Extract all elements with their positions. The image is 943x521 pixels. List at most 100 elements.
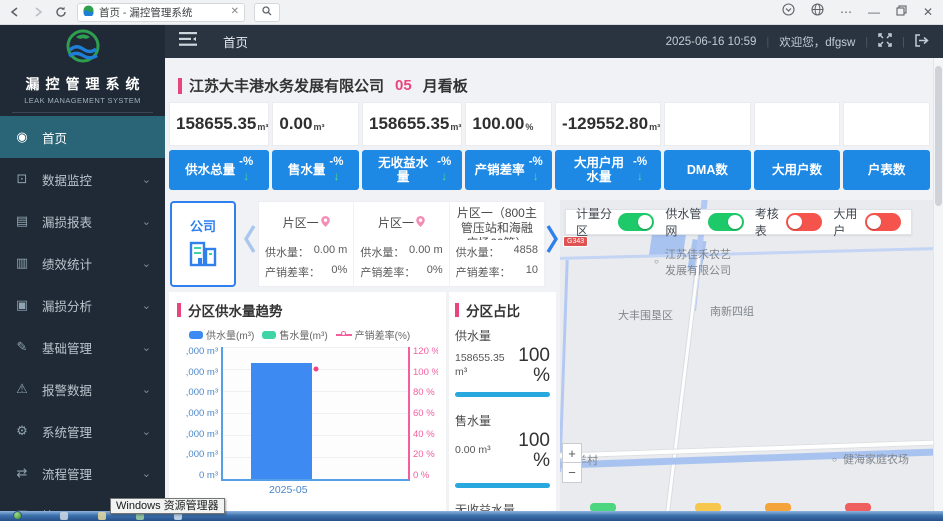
search-icon — [262, 3, 272, 21]
app-logo — [0, 25, 165, 73]
location-pin-icon — [321, 216, 330, 231]
down-arrow-icon: ↓ — [441, 170, 447, 184]
page-scrollbar[interactable] — [933, 58, 943, 521]
district-card[interactable]: 片区一 供水量：0.00 m 产销差率：0% — [354, 202, 449, 286]
back-icon[interactable] — [8, 5, 22, 19]
start-button[interactable] — [13, 511, 22, 520]
map-label-area: 南新四组 — [710, 303, 754, 319]
browser-tab[interactable]: 首页 - 漏控管理系统 ✕ — [77, 3, 245, 22]
fullscreen-icon[interactable] — [878, 33, 892, 50]
sidebar-item-leak-analysis[interactable]: ▣ 漏损分析 ⌄ — [0, 284, 165, 326]
map-road — [663, 256, 701, 521]
globe-icon[interactable] — [811, 3, 824, 21]
gear-icon: ⚙ — [14, 423, 30, 439]
kpi-value — [754, 102, 841, 146]
chevron-down-icon: ⌄ — [142, 383, 151, 396]
kpi-value: 158655.35m³ — [362, 102, 462, 146]
sidebar: 漏控管理系统 LEAK MANAGEMENT SYSTEM ◉ 首页 ⊡ 数据监… — [0, 25, 165, 521]
kpi-button-sales[interactable]: 售水量 -%↓ — [272, 150, 359, 190]
kpi-meter-count: 户表数 — [843, 102, 930, 190]
chevron-down-icon: ⌄ — [142, 299, 151, 312]
district-card[interactable]: 片区一 供水量：0.00 m 产销差率：0% — [259, 202, 354, 286]
kpi-grid: 158655.35m³ 供水总量 -%↓ 0.00m³ 售水量 -%↓ 1586… — [169, 102, 930, 190]
chevron-down-icon: ⌄ — [142, 467, 151, 480]
more-menu-icon[interactable]: ⋯ — [840, 6, 852, 18]
sidebar-item-performance[interactable]: ▥ 绩效统计 ⌄ — [0, 242, 165, 284]
map-canvas[interactable]: G343 ○ 江苏佳禾农艺 发展有限公司 大丰围垦区 南新四组 羊村 ○ 健海家… — [560, 200, 933, 521]
collapse-menu-icon[interactable] — [179, 32, 197, 51]
trend-plot: ,000 m³,000 m³,000 m³,000 m³,000 m³,000 … — [177, 347, 438, 481]
trend-bar-supply[interactable] — [251, 363, 312, 479]
edit-icon: ✎ — [14, 339, 30, 355]
toggle-assessment-meter: 考核表 — [755, 205, 823, 239]
header-datetime: 2025-06-16 10:59 — [666, 36, 757, 48]
toggle-switch[interactable] — [786, 213, 822, 231]
bar-chart-icon: ▥ — [14, 255, 30, 271]
ratio-item-sales: 售水量 0.00 m³100 % — [455, 412, 550, 488]
chevron-down-icon: ⌄ — [142, 257, 151, 270]
district-card[interactable]: 片区一（800主管压站和海融广场60管） 供水量：4858 产销差率：10 — [450, 202, 545, 286]
kpi-button-big-user-count[interactable]: 大用户数 — [754, 150, 841, 190]
sidebar-item-basic-mgmt[interactable]: ✎ 基础管理 ⌄ — [0, 326, 165, 368]
minimize-icon[interactable]: — — [868, 6, 880, 18]
legend-sales[interactable]: 售水量(m³) — [262, 327, 327, 342]
forward-icon[interactable] — [31, 5, 45, 19]
taskbar-item[interactable] — [98, 512, 106, 520]
chevron-down-icon: ⌄ — [142, 173, 151, 186]
carousel-prev-icon[interactable] — [243, 223, 257, 260]
company-card[interactable]: 公司 — [170, 201, 236, 287]
kpi-button-dma-count[interactable]: DMA数 — [664, 150, 751, 190]
ratio-item-supply: 供水量 158655.35 m³100 % — [455, 327, 550, 397]
screen: 首页 - 漏控管理系统 ✕ ⋯ — ✕ 首页 — [0, 0, 943, 521]
sidebar-divider — [12, 112, 153, 113]
x-axis-label: 2025-05 — [177, 484, 438, 496]
building-icon — [188, 238, 218, 273]
plot-area[interactable] — [221, 347, 410, 481]
carousel-next-icon[interactable] — [545, 223, 559, 260]
tab-close-icon[interactable]: ✕ — [231, 7, 239, 17]
zoom-in-button[interactable]: + — [562, 443, 582, 463]
restore-icon[interactable] — [896, 3, 907, 21]
kpi-value — [843, 102, 930, 146]
search-button[interactable] — [254, 3, 280, 22]
ratio-title: 分区占比 — [455, 300, 550, 320]
kpi-button-psd-rate[interactable]: 产销差率 -%↓ — [465, 150, 552, 190]
sidebar-item-system-mgmt[interactable]: ⚙ 系统管理 ⌄ — [0, 410, 165, 452]
logout-icon[interactable] — [915, 34, 929, 50]
legend-supply[interactable]: 供水量(m³) — [189, 327, 254, 342]
map-marker: ○ — [832, 455, 837, 464]
breadcrumb[interactable]: 首页 — [223, 32, 248, 51]
sidebar-item-leak-report[interactable]: ▤ 漏损报表 ⌄ — [0, 200, 165, 242]
close-window-icon[interactable]: ✕ — [923, 6, 933, 18]
page-info-icon[interactable] — [782, 3, 795, 21]
refresh-icon[interactable] — [54, 5, 68, 19]
sidebar-item-data-monitor[interactable]: ⊡ 数据监控 ⌄ — [0, 158, 165, 200]
toggle-switch[interactable] — [708, 213, 744, 231]
alarm-bug-icon: ⚠ — [14, 381, 30, 397]
sidebar-item-process-mgmt[interactable]: ⇄ 流程管理 ⌄ — [0, 452, 165, 494]
legend-psd[interactable]: 产销差率(%) — [336, 327, 411, 342]
taskbar-item[interactable] — [60, 512, 68, 520]
toggle-metering-zone: 计量分区 — [576, 205, 654, 239]
sidebar-item-alarm-data[interactable]: ⚠ 报警数据 ⌄ — [0, 368, 165, 410]
flow-icon: ⇄ — [14, 465, 30, 481]
toggle-switch[interactable] — [618, 213, 654, 231]
kpi-button-nonrevenue[interactable]: 无收益水量 -%↓ — [362, 150, 462, 190]
title-accent-bar — [178, 78, 182, 94]
kpi-button-big-user[interactable]: 大用户用水量 -%↓ — [555, 150, 661, 190]
system-subtitle: LEAK MANAGEMENT SYSTEM — [0, 96, 165, 105]
zoom-out-button[interactable]: − — [562, 463, 582, 483]
kpi-nonrevenue: 158655.35m³ 无收益水量 -%↓ — [362, 102, 462, 190]
toggle-switch[interactable] — [865, 213, 901, 231]
scrollbar-thumb[interactable] — [935, 66, 942, 206]
map-road — [560, 247, 933, 260]
report-icon: ▤ — [14, 213, 30, 229]
kpi-button-supply-total[interactable]: 供水总量 -%↓ — [169, 150, 269, 190]
ratio-progress-bar — [455, 483, 550, 488]
welcome-user[interactable]: 欢迎您，dfgsw — [779, 34, 855, 50]
board-title: 江苏大丰港水务发展有限公司 05 月看板 — [178, 75, 468, 96]
kpi-button-meter-count[interactable]: 户表数 — [843, 150, 930, 190]
sidebar-item-home[interactable]: ◉ 首页 — [0, 116, 165, 158]
kpi-big-user: -129552.80m³ 大用户用水量 -%↓ — [555, 102, 661, 190]
ratio-progress-bar — [455, 392, 550, 397]
